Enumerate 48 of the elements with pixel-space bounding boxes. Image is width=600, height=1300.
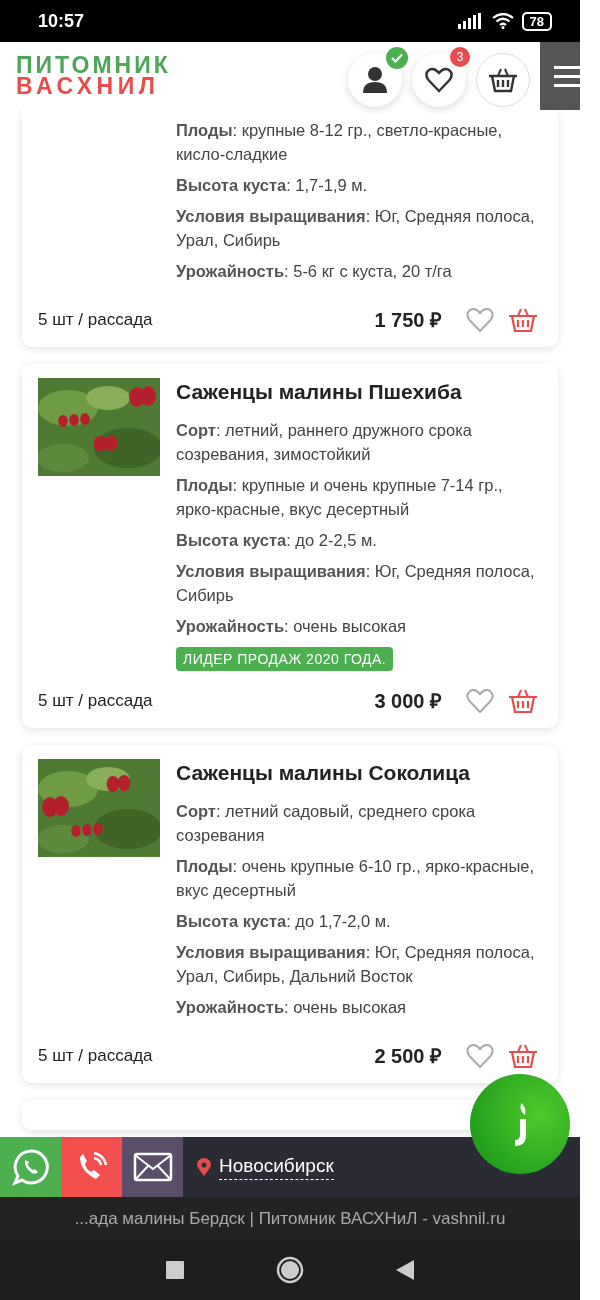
spec-text: Урожайность: 5-6 кг с куста, 20 т/га	[176, 261, 453, 282]
back-button[interactable]	[396, 1260, 414, 1280]
spec-text: Сорт: летний, раннего дружного срока созревания, зимостойкий	[176, 420, 473, 465]
spec-text: Условия выращивания: Юг, Средняя полоса, Урал, Сибирь	[176, 206, 536, 251]
battery-level: 78	[521, 11, 552, 31]
spec-text: Высота куста: 1,7-1,9 м.	[176, 175, 369, 196]
spec-text: Урожайность: очень высокая	[176, 616, 407, 637]
logo-text: ПИТОМНИК	[16, 55, 171, 76]
whatsapp-icon	[11, 1148, 50, 1186]
mail-icon	[132, 1152, 173, 1182]
count-badge: 3	[450, 47, 470, 67]
email-button[interactable]	[122, 1137, 183, 1197]
basket-icon	[488, 67, 518, 93]
sales-badge: ЛИДЕР ПРОДАЖ 2020 ГОДА.	[176, 647, 394, 671]
cart-button[interactable]	[476, 53, 530, 107]
quantity-text: 5 шт / рассада	[38, 309, 154, 330]
spec-text: Урожайность: очень высокая	[176, 997, 407, 1018]
heart-icon	[425, 67, 453, 93]
spec-text: Условия выращивания: Юг, Средняя полоса, Сибирь	[176, 561, 536, 606]
spec-text: Условия выращивания: Юг, Средняя полоса, Урал, Сибирь, Дальний Восток	[176, 942, 536, 987]
spec-text: Высота куста: до 1,7-2,0 м.	[176, 911, 392, 932]
product-title[interactable]: Саженцы малины Пшехиба	[176, 380, 542, 404]
price-text: 3 000 ₽	[374, 689, 442, 714]
whatsapp-button[interactable]	[0, 1137, 61, 1197]
spec-text: Сорт: летний садовый, среднего срока созревания	[176, 801, 477, 846]
signal-icon	[457, 13, 484, 29]
home-button[interactable]	[276, 1256, 304, 1284]
favorites-button[interactable]	[412, 53, 466, 107]
phone-button[interactable]	[61, 1137, 122, 1197]
logo-text: ВАСХНИЛ	[16, 76, 161, 97]
wifi-icon	[491, 13, 514, 29]
price-text: 2 500 ₽	[374, 1044, 442, 1069]
quantity-text: 5 шт / рассада	[38, 1045, 154, 1066]
page-title: ...ада малины Бердск | Питомник ВАСХНиЛ - vashnil.ru	[74, 1208, 506, 1229]
spec-text: Плоды: крупные 8-12 гр., светло-красные, кисло-сладкие	[176, 120, 504, 165]
person-icon	[362, 66, 388, 94]
spec-text: Плоды: очень крупные 6-10 гр., ярко-красные, вкус десертный	[176, 856, 536, 901]
price-text: 1 750 ₽	[374, 308, 442, 333]
account-button[interactable]	[348, 53, 402, 107]
spec-text: Плоды: крупные и очень крупные 7-14 гр., ярко-красные, вкус десертный	[176, 475, 504, 520]
product-title[interactable]: Саженцы малины Соколица	[176, 761, 542, 785]
location-pin-icon	[197, 1158, 211, 1176]
menu-icon	[554, 64, 580, 88]
menu-button[interactable]	[540, 42, 580, 110]
clock: 10:57	[38, 10, 85, 32]
spec-text: Высота куста: до 2-2,5 м.	[176, 530, 378, 551]
quantity-text: 5 шт / рассада	[38, 690, 154, 711]
city-link[interactable]: Новосибирск	[219, 1154, 334, 1180]
